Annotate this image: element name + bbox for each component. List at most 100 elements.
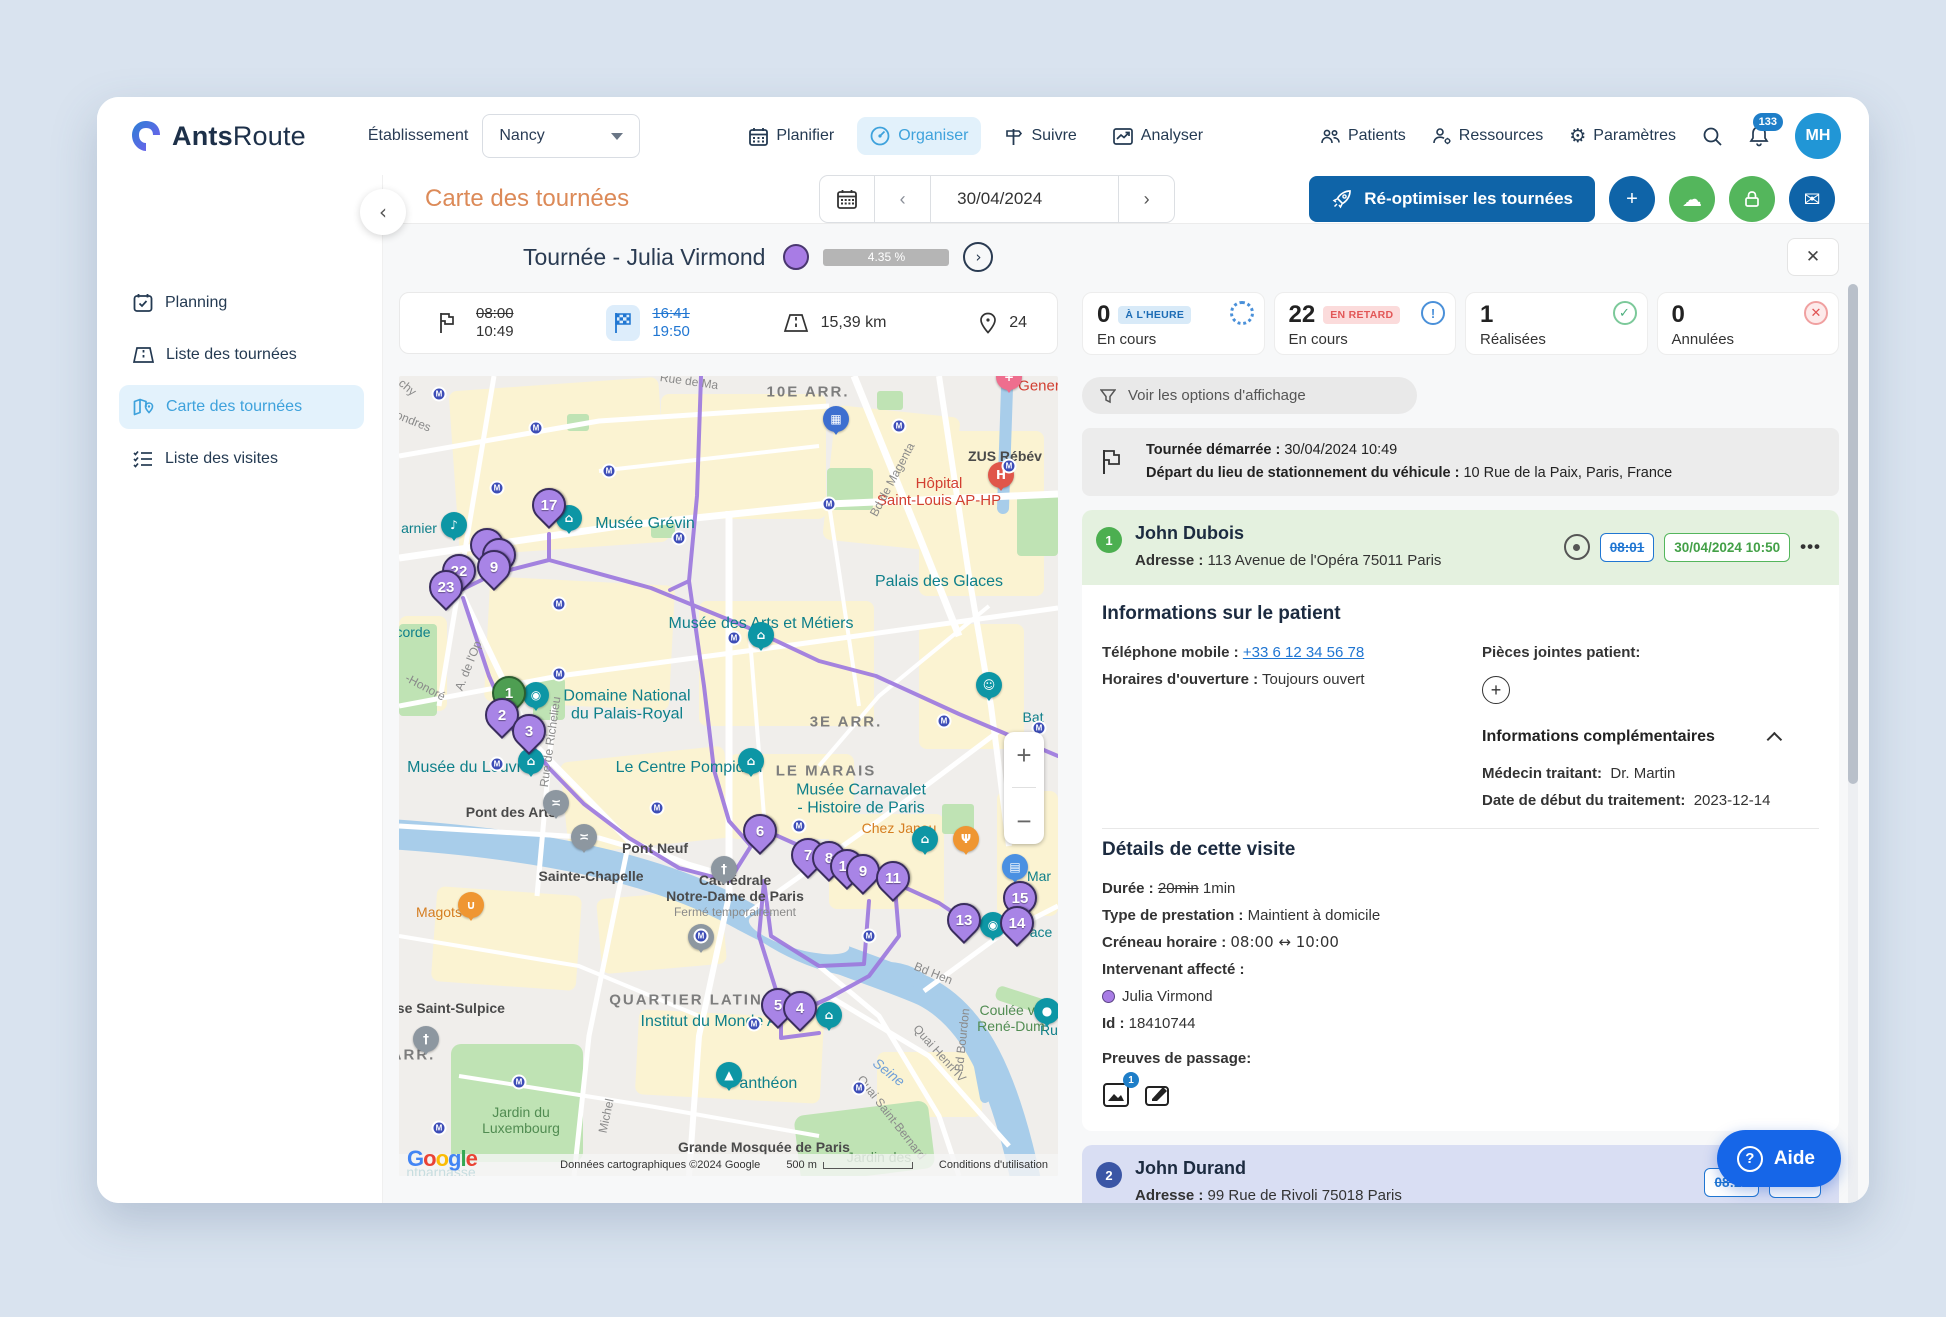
planned-time-chip[interactable]: 08:01 — [1600, 533, 1655, 562]
visit-patient-name: John Dubois — [1135, 523, 1465, 544]
metro-icon: M — [432, 387, 447, 402]
signature-icon — [1143, 1082, 1171, 1108]
sidebar: Planning Liste des tournées Carte des to… — [97, 175, 382, 1203]
visit-card-dubois: 1 John Dubois Adresse : 113 Avenue de l'… — [1082, 510, 1839, 1131]
visit-patient-name: John Durand — [1135, 1158, 1465, 1179]
status-summary: 0À L'HEURE En cours 22EN RETARD En cours… — [1082, 292, 1839, 355]
nav-parametres[interactable]: ⚙ Paramètres — [1569, 125, 1676, 147]
logo-icon — [129, 119, 163, 153]
church-poi-icon[interactable]: † — [711, 856, 737, 882]
panel-scrollbar[interactable] — [1848, 284, 1858, 1203]
app-window: AntsRoute Établissement Nancy Planifier … — [97, 97, 1869, 1203]
monument-poi-icon[interactable]: ▲ — [716, 1062, 742, 1088]
add-attachment-button[interactable]: + — [1482, 676, 1510, 704]
museum-poi-icon[interactable]: ⌂ — [816, 1002, 842, 1028]
finish-flag-icon — [612, 311, 634, 335]
establishment-select[interactable]: Nancy — [482, 114, 640, 158]
nav-ressources[interactable]: Ressources — [1432, 127, 1543, 145]
camera-poi-icon[interactable]: ◉ — [523, 682, 549, 708]
nav-organiser[interactable]: Organiser — [857, 117, 981, 155]
map-terms[interactable]: Conditions d'utilisation — [939, 1159, 1048, 1171]
sidebar-item-liste-visites[interactable]: Liste des visites — [119, 437, 364, 481]
start-time-stat: 08:0010:49 — [430, 305, 514, 341]
cloud-sync-button[interactable]: ☁ — [1669, 176, 1715, 222]
music-poi-icon[interactable]: ♪ — [441, 512, 467, 538]
search-icon — [1702, 126, 1723, 147]
worker-color-dot — [1102, 990, 1115, 1003]
add-button[interactable]: + — [1609, 176, 1655, 222]
map-copyright: Données cartographiques ©2024 Google — [560, 1159, 760, 1171]
close-panel-button[interactable]: ✕ — [1787, 238, 1839, 276]
help-button[interactable]: ? Aide — [1717, 1130, 1841, 1187]
church-poi-icon[interactable]: † — [413, 1026, 439, 1052]
signpost-icon — [1004, 127, 1023, 146]
map-scale-label: 500 m — [786, 1159, 817, 1171]
zoom-out-button[interactable]: − — [1016, 808, 1031, 834]
person-gear-icon — [1432, 127, 1452, 145]
zoom-in-button[interactable]: + — [1016, 742, 1031, 768]
map[interactable]: + − Google Données cartographiques ©2024… — [399, 376, 1058, 1176]
prev-day-button[interactable]: ‹ — [875, 175, 931, 223]
visit-number-badge: 2 — [1096, 1162, 1122, 1188]
lock-button[interactable] — [1729, 176, 1775, 222]
bridge-poi-icon[interactable]: ≍ — [571, 824, 597, 850]
calendar-button[interactable] — [819, 175, 875, 223]
metro-icon: M — [512, 1075, 527, 1090]
sidebar-item-planning[interactable]: Planning — [119, 281, 364, 325]
next-tour-button[interactable]: › — [963, 242, 993, 272]
metro-icon: M — [552, 597, 567, 612]
bridge-poi-icon[interactable]: ≍ — [543, 790, 569, 816]
mail-button[interactable]: ✉ — [1789, 176, 1835, 222]
search-button[interactable] — [1702, 126, 1723, 147]
generic-poi-icon[interactable]: ● — [1034, 998, 1058, 1024]
distance-stat: 15,39 km — [783, 313, 887, 333]
display-options-button[interactable]: Voir les options d'affichage — [1082, 377, 1417, 414]
alert-icon: ! — [1421, 301, 1445, 325]
museum-poi-icon[interactable]: ⌂ — [738, 748, 764, 774]
train-poi-icon[interactable]: ▦ — [823, 406, 849, 432]
sidebar-item-liste-tournees[interactable]: Liste des tournées — [119, 333, 364, 377]
rocket-icon — [1331, 188, 1353, 210]
metro-icon: M — [672, 531, 687, 546]
calendar-icon — [749, 127, 768, 146]
nav-analyser[interactable]: Analyser — [1100, 118, 1216, 155]
actual-time-chip[interactable]: 30/04/2024 10:50 — [1664, 533, 1790, 562]
spinner-icon — [1230, 301, 1254, 325]
metro-icon: M — [650, 801, 665, 816]
nav-suivre[interactable]: Suivre — [991, 118, 1089, 155]
avatar[interactable]: MH — [1795, 113, 1841, 159]
nav-planifier[interactable]: Planifier — [736, 118, 847, 155]
metro-icon: M — [529, 421, 544, 436]
metro-icon: M — [727, 631, 742, 646]
museum-poi-icon[interactable]: ⌂ — [748, 622, 774, 648]
metro-icon: M — [862, 929, 877, 944]
theater-poi-icon[interactable]: ☺ — [976, 672, 1002, 698]
proof-signature-button[interactable] — [1143, 1082, 1171, 1113]
status-card-late: 22EN RETARD En cours ! — [1274, 292, 1457, 355]
museum-poi-icon[interactable]: ⌂ — [912, 826, 938, 852]
notifications-button[interactable]: 133 — [1749, 125, 1769, 147]
date-value[interactable]: 30/04/2024 — [931, 175, 1119, 223]
next-day-button[interactable]: › — [1119, 175, 1175, 223]
google-logo: Google — [407, 1146, 477, 1172]
map-pin-icon — [133, 397, 154, 417]
proof-photo-button[interactable]: 1 — [1102, 1082, 1130, 1113]
antsroute-logo[interactable]: AntsRoute — [129, 119, 306, 153]
metro-icon: M — [1002, 459, 1017, 474]
metro-icon: M — [694, 929, 709, 944]
tour-progress-bar: 4.35 % — [823, 249, 949, 266]
page-title: Carte des tournées — [425, 185, 629, 213]
restaurant-poi-icon[interactable]: Ψ — [953, 826, 979, 852]
sidebar-item-carte-tournees[interactable]: Carte des tournées — [119, 385, 364, 429]
status-card-done: 1 Réalisées ✓ — [1465, 292, 1648, 355]
cart-poi-icon[interactable]: ▤ — [1002, 854, 1028, 880]
nav-patients[interactable]: Patients — [1320, 127, 1406, 145]
map-attribution: Données cartographiques ©2024 Google 500… — [399, 1154, 1058, 1176]
status-card-cancelled: 0 Annulées ✕ — [1657, 292, 1840, 355]
phone-link[interactable]: +33 6 12 34 56 78 — [1243, 644, 1364, 661]
metro-icon: M — [602, 464, 617, 479]
visit-menu-button[interactable]: ••• — [1800, 537, 1821, 557]
cafe-poi-icon[interactable]: ∪ — [458, 892, 484, 918]
complementary-info-toggle[interactable]: Informations complémentaires — [1482, 728, 1782, 746]
reoptimize-button[interactable]: Ré-optimiser les tournées — [1309, 176, 1595, 222]
